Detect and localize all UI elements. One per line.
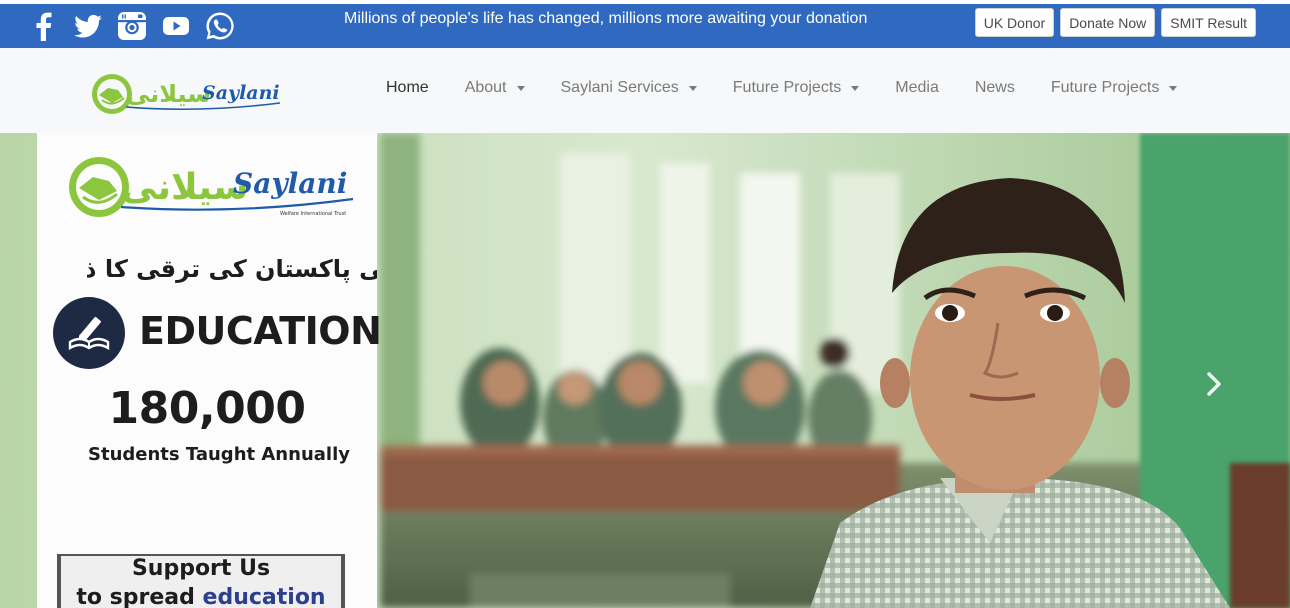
education-heading: EDUCATION (139, 309, 382, 353)
panel-logo-latin: Saylani (233, 167, 347, 200)
uk-donor-button[interactable]: UK Donor (974, 8, 1055, 37)
education-badge-icon (53, 297, 125, 369)
nav-services-label: Saylani Services (560, 79, 679, 96)
social-links (28, 10, 236, 42)
saylani-logo[interactable]: سیلانی Saylani (90, 70, 286, 120)
caret-down-icon (516, 85, 525, 91)
nav-about-label: About (464, 79, 507, 96)
nav-home-label: Home (386, 79, 429, 96)
support-line-1: Support Us (61, 556, 341, 581)
whatsapp-icon[interactable] (204, 10, 236, 42)
nav-media-label: Media (895, 79, 939, 96)
top-bar: Millions of people's life has changed, m… (0, 0, 1290, 48)
hero-carousel: سیلانی Saylani Welfare International Tru… (0, 133, 1290, 608)
student-count: 180,000 (108, 383, 306, 434)
instagram-icon[interactable] (116, 10, 148, 42)
nav-news[interactable]: News (957, 79, 1033, 97)
urdu-tagline: تعلیم ہی پاکستان کی ترقی کا ذریعہ ہے (87, 255, 377, 283)
nav-future-projects[interactable]: Future Projects (715, 79, 877, 97)
top-buttons: UK Donor Donate Now SMIT Result (974, 8, 1256, 37)
panel-saylani-logo: سیلانی Saylani Welfare International Tru… (69, 157, 354, 217)
twitter-icon[interactable] (72, 10, 104, 42)
nav-about[interactable]: About (447, 79, 543, 97)
chevron-right-icon[interactable] (1200, 370, 1228, 398)
support-line-2-pre: to spread (76, 585, 195, 608)
panel-logo-urdu: سیلانی (121, 167, 248, 208)
education-panel: سیلانی Saylani Welfare International Tru… (37, 133, 382, 608)
nav-media[interactable]: Media (877, 79, 957, 97)
caret-down-icon (1169, 85, 1178, 91)
main-navbar: سیلانی Saylani Home About Saylani Servic… (0, 48, 1290, 133)
youtube-icon[interactable] (160, 10, 192, 42)
nav-future-projects-2-label: Future Projects (1050, 79, 1160, 96)
nav-future-projects-2[interactable]: Future Projects (1033, 79, 1195, 97)
student-count-label: Students Taught Annually (88, 444, 350, 465)
donate-now-button[interactable]: Donate Now (1060, 8, 1156, 37)
donation-tagline: Millions of people's life has changed, m… (344, 10, 868, 27)
urdu-tagline-text: تعلیم ہی پاکستان کی ترقی کا ذریعہ ہے (87, 255, 377, 283)
support-line-2: to spread education (61, 585, 341, 608)
logo-latin: Saylani (202, 82, 280, 104)
nav-links: Home About Saylani Services Future Proje… (368, 79, 1195, 97)
nav-saylani-services[interactable]: Saylani Services (543, 79, 715, 97)
caret-down-icon (688, 85, 697, 91)
panel-logo-sub: Welfare International Trust (280, 211, 346, 217)
nav-news-label: News (974, 79, 1015, 96)
nav-home[interactable]: Home (368, 79, 447, 97)
caret-down-icon (851, 85, 860, 91)
support-line-2-highlight: education (202, 585, 326, 608)
support-banner[interactable]: Support Us to spread education (57, 554, 345, 608)
smit-result-button[interactable]: SMIT Result (1161, 8, 1256, 37)
logo-urdu: سیلانی (126, 80, 211, 108)
nav-future-projects-label: Future Projects (732, 79, 842, 96)
facebook-icon[interactable] (28, 10, 60, 42)
